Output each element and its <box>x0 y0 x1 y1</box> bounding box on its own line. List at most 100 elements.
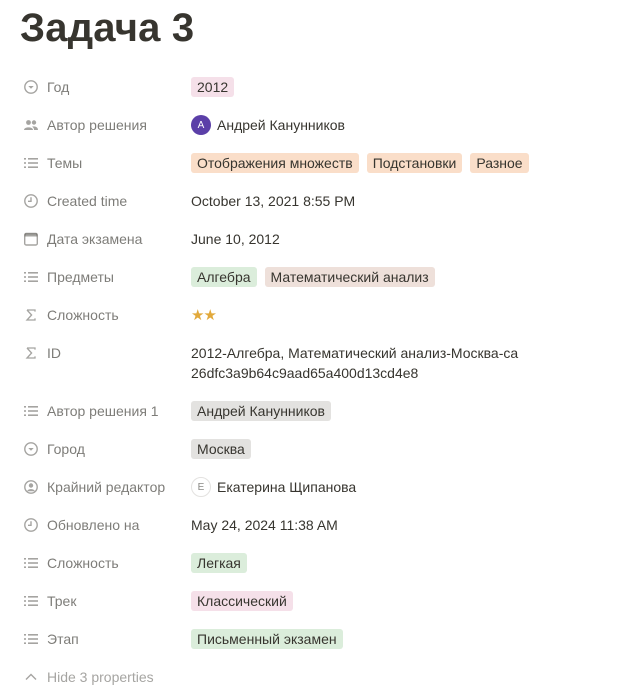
property-label-text: Обновлено на <box>47 517 140 533</box>
property-label-text: Крайний редактор <box>47 479 166 495</box>
property-value[interactable]: E Екатерина Щипанова <box>191 468 610 506</box>
property-topics[interactable]: Темы Отображения множеств Подстановки Ра… <box>20 144 610 182</box>
property-label[interactable]: Этап <box>20 620 191 658</box>
property-label[interactable]: Предметы <box>20 258 191 296</box>
tag: Андрей Канунников <box>191 401 331 421</box>
property-label-text: Created time <box>47 193 128 209</box>
property-label-text: Трек <box>47 593 77 609</box>
property-value[interactable]: Отображения множеств Подстановки Разное <box>191 144 610 182</box>
property-value[interactable]: Алгебра Математический анализ <box>191 258 610 296</box>
property-label[interactable]: Город <box>20 430 191 468</box>
tag: Разное <box>470 153 529 173</box>
property-label-text: Сложность <box>47 307 119 323</box>
property-label[interactable]: Сложность <box>20 544 191 582</box>
property-author[interactable]: Автор решения А Андрей Канунников <box>20 106 610 144</box>
datetime-value: October 13, 2021 8:55 PM <box>191 193 356 209</box>
property-value[interactable]: ★★ <box>191 296 610 334</box>
tag: Письменный экзамен <box>191 629 343 649</box>
property-value[interactable]: А Андрей Канунников <box>191 106 610 144</box>
property-track[interactable]: Трек Классический <box>20 582 610 620</box>
property-created-time[interactable]: Created time October 13, 2021 8:55 PM <box>20 182 610 220</box>
property-label-text: Год <box>47 79 70 95</box>
property-subjects[interactable]: Предметы Алгебра Математический анализ <box>20 258 610 296</box>
select-icon <box>22 440 40 458</box>
hide-properties-button[interactable]: Hide 3 properties <box>20 658 610 696</box>
clock-icon <box>22 192 40 210</box>
property-label-text: Дата экзамена <box>47 231 143 247</box>
chevron-up-icon <box>22 669 40 685</box>
star-rating: ★★ <box>191 307 217 324</box>
person-icon <box>22 478 40 496</box>
page-title: Задача 3 <box>20 6 195 50</box>
person-name: Екатерина Щипанова <box>217 479 357 495</box>
list-icon <box>22 268 40 286</box>
property-city[interactable]: Город Москва <box>20 430 610 468</box>
person-name: Андрей Канунников <box>217 117 345 133</box>
property-label[interactable]: Крайний редактор <box>20 468 191 506</box>
property-label[interactable]: Трек <box>20 582 191 620</box>
property-label-text: Сложность <box>47 555 119 571</box>
property-value[interactable]: Письменный экзамен <box>191 620 610 658</box>
date-value: June 10, 2012 <box>191 231 280 247</box>
sigma-icon <box>22 306 40 324</box>
property-value[interactable]: 2012 <box>191 68 610 106</box>
select-icon <box>22 78 40 96</box>
tag: Математический анализ <box>264 267 435 287</box>
property-label[interactable]: Темы <box>20 144 191 182</box>
tag: Москва <box>191 439 251 459</box>
avatar: А <box>191 115 211 135</box>
list-icon <box>22 154 40 172</box>
properties-list: Год 2012 Автор решения А Андрей Канунник… <box>20 68 610 696</box>
calendar-icon <box>22 230 40 248</box>
property-exam-date[interactable]: Дата экзамена June 10, 2012 <box>20 220 610 258</box>
property-label[interactable]: Created time <box>20 182 191 220</box>
clock-icon <box>22 516 40 534</box>
property-difficulty[interactable]: Сложность Легкая <box>20 544 610 582</box>
property-id[interactable]: ID 2012-Алгебра, Математический анализ-М… <box>20 334 610 392</box>
property-value[interactable]: May 24, 2024 11:38 AM <box>191 506 610 544</box>
property-last-editor[interactable]: Крайний редактор E Екатерина Щипанова <box>20 468 610 506</box>
property-label[interactable]: Автор решения <box>20 106 191 144</box>
people-icon <box>22 116 40 134</box>
property-label-text: Предметы <box>47 269 114 285</box>
property-year[interactable]: Год 2012 <box>20 68 610 106</box>
tag: Отображения множеств <box>191 153 359 173</box>
sigma-icon <box>22 344 40 362</box>
property-label-text: Темы <box>47 155 83 171</box>
property-label[interactable]: Дата экзамена <box>20 220 191 258</box>
tag: Легкая <box>191 553 247 573</box>
tag: Подстановки <box>366 153 463 173</box>
property-value[interactable]: June 10, 2012 <box>191 220 610 258</box>
tag: Классический <box>191 591 293 611</box>
property-label-text: Автор решения 1 <box>47 403 159 419</box>
property-label-text: ID <box>47 345 61 361</box>
hide-properties-label: Hide 3 properties <box>47 669 154 685</box>
list-icon <box>22 592 40 610</box>
property-label-text: Этап <box>47 631 79 647</box>
list-icon <box>22 554 40 572</box>
datetime-value: May 24, 2024 11:38 AM <box>191 517 338 533</box>
property-label-text: Город <box>47 441 85 457</box>
property-label[interactable]: Сложность <box>20 296 191 334</box>
list-icon <box>22 630 40 648</box>
property-updated[interactable]: Обновлено на May 24, 2024 11:38 AM <box>20 506 610 544</box>
property-stage[interactable]: Этап Письменный экзамен <box>20 620 610 658</box>
property-value[interactable]: Андрей Канунников <box>191 392 610 430</box>
property-value[interactable]: Легкая <box>191 544 610 582</box>
property-label-text: Автор решения <box>47 117 147 133</box>
property-label[interactable]: Год <box>20 68 191 106</box>
property-difficulty-formula[interactable]: Сложность ★★ <box>20 296 610 334</box>
property-value[interactable]: Москва <box>191 430 610 468</box>
avatar: E <box>191 477 211 497</box>
property-label[interactable]: ID <box>20 334 191 372</box>
property-author-1[interactable]: Автор решения 1 Андрей Канунников <box>20 392 610 430</box>
property-label[interactable]: Автор решения 1 <box>20 392 191 430</box>
property-value[interactable]: Классический <box>191 582 610 620</box>
property-label[interactable]: Обновлено на <box>20 506 191 544</box>
tag: 2012 <box>191 77 235 97</box>
id-value: 2012-Алгебра, Математический анализ-Моск… <box>191 345 519 381</box>
property-value[interactable]: 2012-Алгебра, Математический анализ-Моск… <box>191 334 610 383</box>
tag: Алгебра <box>191 267 257 287</box>
list-icon <box>22 402 40 420</box>
property-value[interactable]: October 13, 2021 8:55 PM <box>191 182 610 220</box>
